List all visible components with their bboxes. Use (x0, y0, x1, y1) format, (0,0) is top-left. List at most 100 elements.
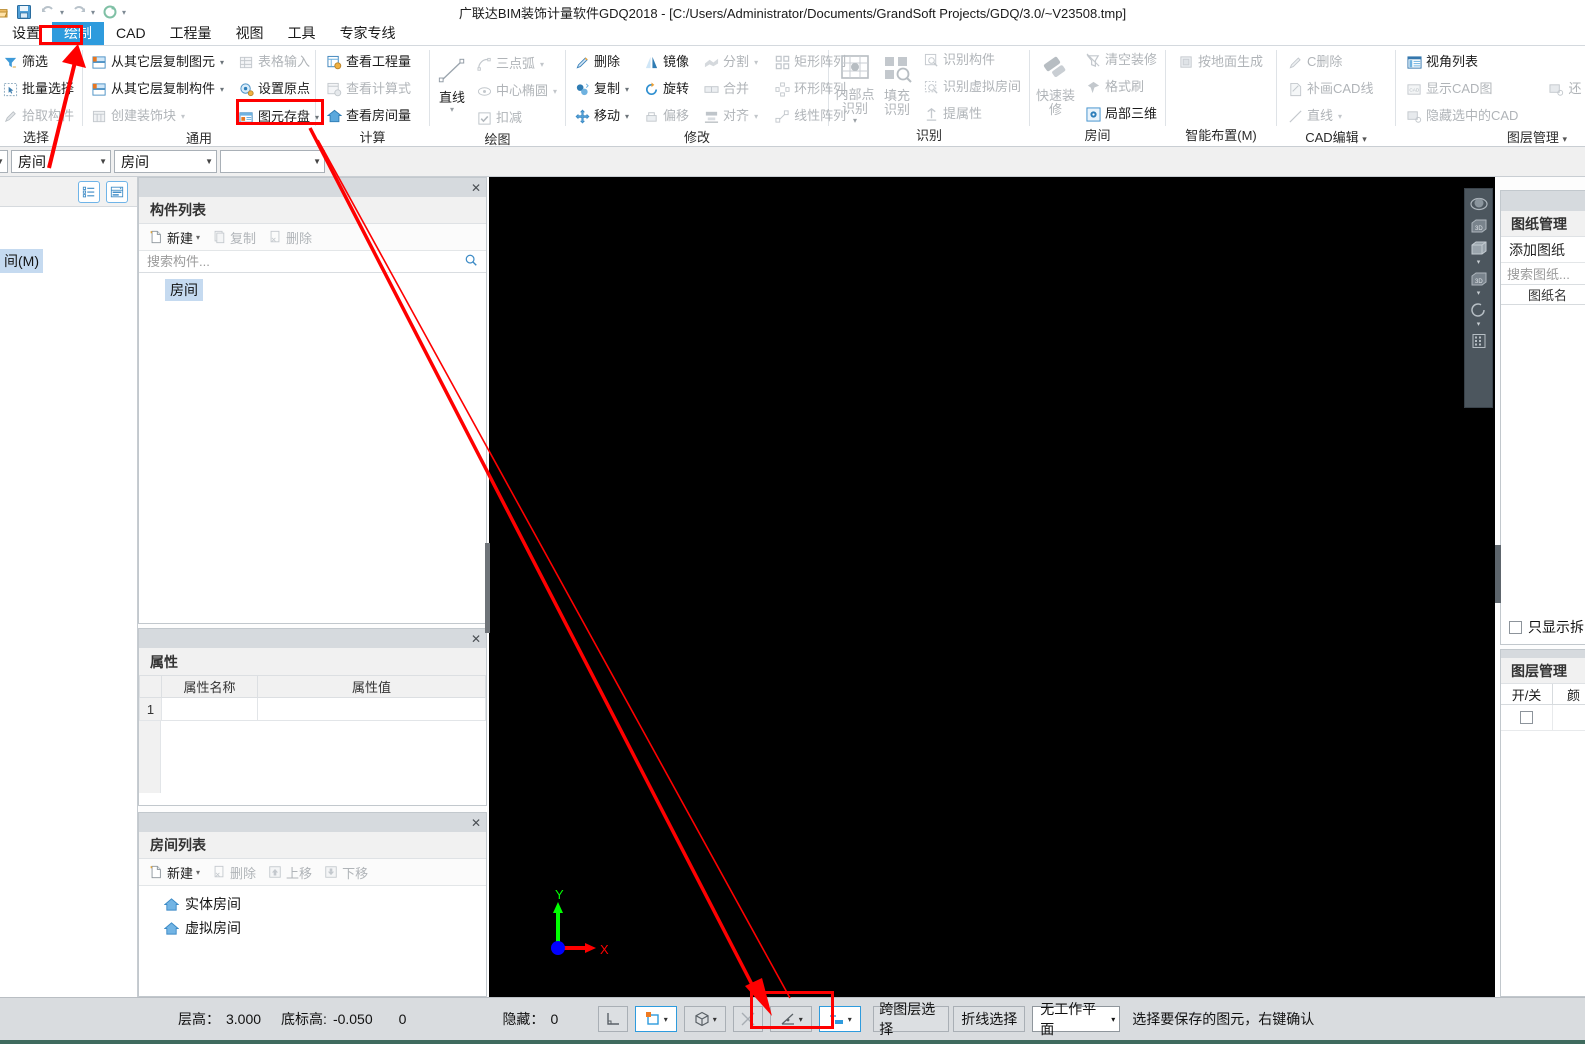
chevron-down-icon[interactable]: ▾ (799, 1015, 803, 1024)
ribbon-item-inner-point-recognize[interactable]: 内部点识别 ▾ (833, 47, 877, 125)
ribbon-item-clear-decorate[interactable]: 清空装修 (1081, 47, 1161, 73)
chevron-down-icon[interactable]: ▾ (853, 116, 857, 125)
floor-combo[interactable]: ▼ (0, 150, 8, 173)
ribbon-item-recognize-virtual-room[interactable]: 识别虚拟房间 (919, 74, 1025, 100)
chevron-down-icon[interactable]: ▾ (1477, 259, 1481, 267)
drawing-filter-checkbox[interactable]: 只显示拆 (1501, 615, 1585, 639)
redo-icon[interactable] (69, 3, 88, 22)
chevron-down-icon[interactable]: ▼ (307, 157, 321, 166)
redo-dropdown-icon[interactable]: ▾ (91, 8, 95, 17)
chevron-down-icon[interactable]: ▾ (754, 58, 758, 67)
room-move-down-button[interactable]: 下移 (322, 863, 368, 882)
ribbon-item-view-formula[interactable]: 查看计算式 (322, 76, 415, 102)
ribbon-item-split[interactable]: 分割 ▾ (699, 49, 762, 75)
ribbon-item-three-point-arc[interactable]: 三点弧 ▾ (472, 51, 561, 77)
work-plane-combo[interactable]: 无工作平面 ▾ (1032, 1001, 1121, 1037)
cross-layer-select-button[interactable]: 跨图层选择 (873, 1001, 950, 1037)
category-combo[interactable]: 房间 ▼ (11, 150, 111, 173)
add-point-button[interactable]: ▾ (819, 1006, 862, 1032)
refresh-icon[interactable] (100, 3, 119, 22)
detail-view-icon[interactable] (106, 180, 128, 203)
chevron-down-icon[interactable]: ▼ (199, 157, 213, 166)
ribbon-item-cad-delete[interactable]: C删除 (1283, 49, 1377, 75)
ribbon-item-mirror[interactable]: 镜像 (639, 49, 693, 75)
undo-dropdown-icon[interactable]: ▾ (60, 8, 64, 17)
ribbon-item-view-quantity[interactable]: 查看工程量 (322, 49, 415, 75)
menu-tab-tools[interactable]: 工具 (276, 22, 328, 45)
list-item[interactable]: 虚拟房间 (139, 916, 486, 940)
ribbon-item-rotate[interactable]: 旋转 (639, 76, 693, 102)
checkbox-icon[interactable] (1509, 620, 1522, 634)
ribbon-item-restore-cad[interactable]: 还 (1544, 76, 1585, 102)
close-icon[interactable]: ✕ (471, 633, 481, 645)
chevron-down-icon[interactable]: ▾ (196, 868, 200, 877)
add-drawing-button[interactable]: 添加图纸 (1509, 240, 1565, 260)
ribbon-item-move[interactable]: 移动 ▾ (570, 103, 633, 129)
view-3d-icon[interactable]: 3D (1467, 215, 1490, 236)
ribbon-item-view-list[interactable]: 视角列表 (1402, 49, 1522, 75)
ribbon-item-copy[interactable]: 复制 ▾ (570, 76, 633, 102)
ribbon-item-deduct[interactable]: 扣减 (472, 105, 561, 131)
ribbon-group-title[interactable]: 图层管理 ▾ (1396, 129, 1581, 148)
layer-row-onoff[interactable] (1501, 705, 1553, 730)
chevron-down-icon[interactable]: ▾ (664, 1015, 668, 1024)
open-icon[interactable] (0, 3, 9, 22)
ribbon-item-recognize-component[interactable]: 识别构件 (919, 47, 1025, 73)
chevron-down-icon[interactable]: ▾ (754, 112, 758, 121)
ribbon-item-create-decor-block[interactable]: 创建装饰块 ▾ (87, 103, 228, 129)
table-row[interactable]: 1 (139, 697, 486, 721)
close-icon[interactable]: ✕ (471, 817, 481, 829)
ribbon-item-batch-select[interactable]: 批量选择 (0, 76, 78, 102)
ribbon-item-draw-cad-line[interactable]: 补画CAD线 (1283, 76, 1377, 102)
ortho-snap-button[interactable] (598, 1006, 629, 1032)
property-row-name[interactable] (161, 697, 258, 721)
ribbon-item-quick-decorate[interactable]: 快速装修 (1034, 47, 1077, 125)
grid-view-icon[interactable] (1467, 330, 1490, 351)
drawing-canvas[interactable]: Y X (489, 177, 1495, 997)
chevron-down-icon[interactable]: ▾ (1477, 321, 1481, 329)
drawing-list[interactable] (1501, 305, 1585, 615)
ribbon-item-show-cad[interactable]: CAD 显示CAD图 (1402, 76, 1522, 102)
chevron-down-icon[interactable]: ▾ (848, 1015, 852, 1024)
component-delete-button[interactable]: 删除 (266, 228, 312, 247)
chevron-down-icon[interactable]: ▾ (181, 112, 185, 121)
chevron-down-icon[interactable]: ▾ (450, 105, 454, 114)
chevron-down-icon[interactable]: ▾ (220, 85, 224, 94)
component-search-input[interactable] (145, 253, 464, 270)
solid-snap-button[interactable]: ▾ (684, 1006, 727, 1032)
component-tree-item-room[interactable]: 房间 (165, 279, 203, 301)
left-strip-item-room[interactable]: 间(M) (0, 249, 43, 273)
chevron-down-icon[interactable]: ▾ (540, 60, 544, 69)
ribbon-item-delete[interactable]: 删除 (570, 49, 633, 75)
chevron-down-icon[interactable]: ▾ (1362, 134, 1367, 144)
ribbon-item-view-room-quantity[interactable]: 查看房间量 (322, 103, 415, 129)
search-icon[interactable] (464, 253, 478, 270)
menu-tab-view[interactable]: 视图 (224, 22, 276, 45)
chevron-down-icon[interactable]: ▼ (0, 157, 4, 166)
checkbox-icon[interactable] (1520, 711, 1533, 724)
rect-snap-button[interactable]: ▾ (635, 1006, 678, 1032)
ribbon-item-generate-by-floor[interactable]: 按地面生成 (1174, 49, 1267, 75)
angle-snap-button[interactable]: ▾ (770, 1006, 813, 1032)
chevron-down-icon[interactable]: ▼ (93, 157, 107, 166)
ribbon-item-offset[interactable]: 偏移 (639, 103, 693, 129)
chevron-down-icon[interactable]: ▾ (1562, 134, 1567, 144)
ribbon-item-table-input[interactable]: 表格输入 (234, 49, 323, 75)
chevron-down-icon[interactable]: ▾ (625, 85, 629, 94)
component-new-button[interactable]: 新建 ▾ (147, 228, 200, 247)
box-view-icon[interactable] (1467, 237, 1490, 258)
ribbon-item-filter[interactable]: = 筛选 (0, 49, 78, 75)
ribbon-item-line[interactable]: 直线 ▾ (434, 49, 470, 127)
ribbon-item-extract-property[interactable]: 提属性 (919, 101, 1025, 127)
layer-row-color[interactable] (1553, 705, 1585, 730)
save-icon[interactable] (14, 3, 33, 22)
undo-icon[interactable] (38, 3, 57, 22)
ribbon-item-hide-selected-cad[interactable]: 隐藏选中的CAD (1402, 103, 1522, 129)
ribbon-item-cad-line[interactable]: 直线 ▾ (1283, 103, 1377, 129)
ribbon-item-align[interactable]: 对齐 ▾ (699, 103, 762, 129)
ribbon-item-local-3d[interactable]: 局部三维 (1081, 101, 1161, 127)
property-row-value[interactable] (257, 697, 486, 721)
room-delete-button[interactable]: 删除 (210, 863, 256, 882)
menu-tab-draw[interactable]: 绘制 (52, 22, 104, 45)
chevron-down-icon[interactable]: ▾ (553, 87, 557, 96)
